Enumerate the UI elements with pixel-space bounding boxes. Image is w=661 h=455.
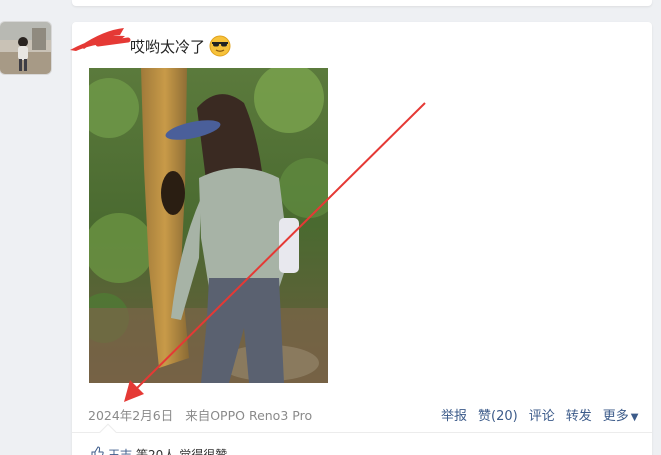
like-count[interactable]: 等20人 [136,446,175,455]
card-divider [72,432,652,433]
avatar-photo [0,22,51,74]
more-menu[interactable]: 更多 ▼ [603,405,639,424]
post-photo[interactable] [89,68,328,383]
user-avatar[interactable] [0,22,51,74]
cool-sunglasses-emoji-icon [209,35,231,57]
like-suffix: 觉得很赞 [179,448,228,455]
repost-link[interactable]: 转发 [566,405,592,424]
post-date[interactable]: 2024年2月6日 [88,405,173,424]
more-label: 更多 [602,409,629,424]
previous-post-card [72,0,652,6]
post-meta: 2024年2月6日 来自OPPO Reno3 Pro [88,405,312,424]
caret-down-icon: ▼ [630,412,639,423]
post-text: 哎哟太冷了 [130,37,206,56]
comment-link[interactable]: 评论 [529,405,555,424]
post-actions: 举报 赞(20) 评论 转发 更多 ▼ [441,405,638,424]
likes-summary: 王志 等20人 觉得很赞 [90,446,227,455]
like-thumb-icon [90,446,104,455]
liker-name[interactable]: 王志 [108,446,132,455]
report-link[interactable]: 举报 [441,405,467,424]
post-content: 哎哟太冷了 [130,35,231,57]
like-link[interactable]: 赞(20) [478,405,518,424]
post-source: 来自OPPO Reno3 Pro [185,408,313,423]
